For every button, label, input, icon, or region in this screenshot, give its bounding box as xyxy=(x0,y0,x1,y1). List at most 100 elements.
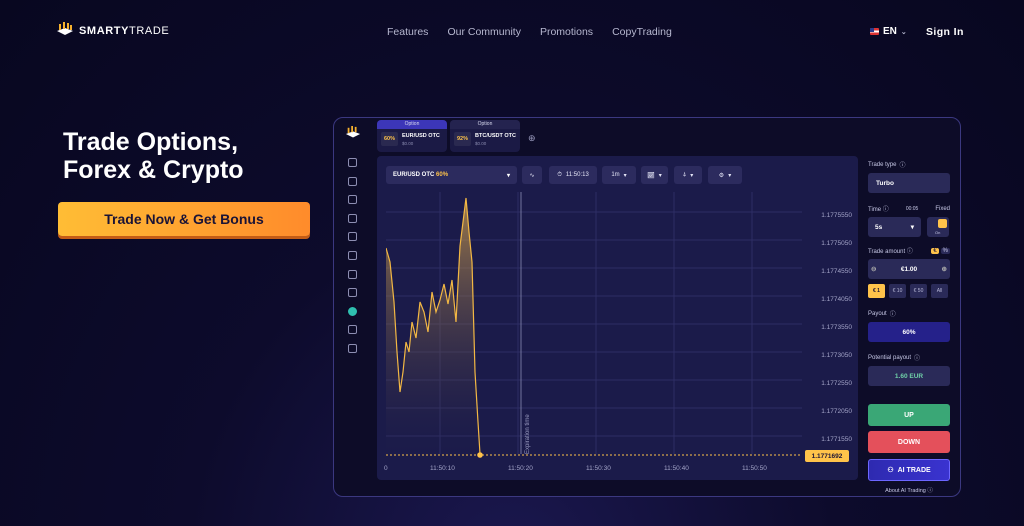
preset-10[interactable]: € 10 xyxy=(889,284,906,298)
indicators-button[interactable]: ∿ xyxy=(522,166,542,184)
timer-icon: ⏱ xyxy=(557,171,562,178)
fixed-toggle[interactable]: On xyxy=(927,217,949,237)
plus-icon[interactable]: ⊕ xyxy=(942,265,947,273)
expiration-time-label: Expiration time xyxy=(525,414,531,454)
main-nav: Features Our Community Promotions CopyTr… xyxy=(387,26,672,38)
settings-icon[interactable] xyxy=(348,288,357,298)
chart-settings-selector[interactable]: ⚙ ▾ xyxy=(708,166,742,184)
minus-icon[interactable]: ⊖ xyxy=(871,265,876,273)
preset-all[interactable]: All xyxy=(931,284,948,298)
trade-type-select[interactable]: Turbo xyxy=(868,173,950,193)
brand-logo[interactable]: SMARTYTRADE xyxy=(55,22,169,40)
asset-tab-eurusd[interactable]: Option 60% EUR/USD OTC $0.00 xyxy=(377,120,447,152)
nav-community[interactable]: Our Community xyxy=(447,26,521,38)
trade-amount-stepper[interactable]: ⊖ €1.00 ⊕ xyxy=(868,259,950,279)
info-icon[interactable]: ⓘ xyxy=(907,249,913,255)
dropdown-arrow-icon: ▾ xyxy=(506,172,510,179)
tab-payout: 92% xyxy=(454,132,472,146)
chart-icon[interactable] xyxy=(348,158,357,167)
sign-in-link[interactable]: Sign In xyxy=(926,26,964,38)
ai-icon: ⚇ xyxy=(887,467,894,474)
trade-type-label: Trade type ⓘ xyxy=(868,160,906,170)
uk-flag-icon xyxy=(870,28,879,35)
users-icon[interactable] xyxy=(348,325,357,335)
analytics-icon[interactable] xyxy=(348,213,357,223)
payout-label: Payout ⓘ xyxy=(868,309,896,319)
fixed-label: Fixed xyxy=(935,205,950,212)
info-icon[interactable]: ⓘ xyxy=(890,309,896,318)
tab-asset-name: BTC/USDT OTC xyxy=(475,132,516,139)
logo-icon xyxy=(57,22,73,35)
nav-features[interactable]: Features xyxy=(387,26,428,38)
language-selector[interactable]: EN ⌄ xyxy=(870,26,907,37)
price-tick: 1.1775050 xyxy=(821,240,852,247)
bars-icon[interactable] xyxy=(348,269,357,279)
platform-sidebar xyxy=(348,158,357,353)
up-button[interactable]: UP xyxy=(868,404,950,426)
coins-icon[interactable] xyxy=(348,343,357,353)
down-button[interactable]: DOWN xyxy=(868,431,950,453)
indicator-icon: ∿ xyxy=(529,172,535,179)
price-tick: 1.1774050 xyxy=(821,296,852,303)
trade-amount-label: Trade amount ⓘ € % xyxy=(868,247,950,255)
amount-presets: € 1 € 10 € 50 All xyxy=(868,284,950,298)
tab-balance: $0.00 xyxy=(402,140,414,146)
time-select[interactable]: 5s ▾ xyxy=(868,217,921,237)
community-icon[interactable] xyxy=(348,306,357,316)
asset-tab-btcusdt[interactable]: Option 92% BTC/USDT OTC $0.00 xyxy=(450,120,520,152)
price-tick: 1.1775550 xyxy=(821,212,852,219)
trades-icon[interactable] xyxy=(348,195,357,205)
add-tab-icon[interactable]: ⊕ xyxy=(528,133,536,144)
info-icon[interactable]: ⓘ xyxy=(914,353,920,362)
server-clock: ⏱ 11:50:13 xyxy=(549,166,597,184)
dropdown-arrow-icon: ▾ xyxy=(623,172,627,179)
preset-1[interactable]: € 1 xyxy=(868,284,885,298)
deposit-icon[interactable] xyxy=(348,176,357,186)
price-chart xyxy=(386,192,802,458)
time-tick: 11:50:30 xyxy=(586,465,611,472)
hero-title: Trade Options, Forex & Crypto xyxy=(63,128,244,184)
nav-copytrading[interactable]: CopyTrading xyxy=(612,26,672,38)
about-ai-link[interactable]: About AI Trading ⓘ xyxy=(868,486,950,494)
price-tick: 1.1772550 xyxy=(821,380,852,387)
timeframe-selector[interactable]: 1m ▾ xyxy=(602,166,636,184)
time-tick: 11:50:10 xyxy=(430,465,455,472)
time-label-row: Time ⓘ 00:05 Fixed xyxy=(868,205,950,214)
clock-icon[interactable] xyxy=(348,250,357,260)
trading-platform-preview: Option 60% EUR/USD OTC $0.00 Option 92% … xyxy=(333,117,961,497)
trade-now-button[interactable]: Trade Now & Get Bonus xyxy=(58,202,310,236)
tab-payout: 60% xyxy=(381,132,399,146)
trade-panel: Trade type ⓘ Turbo Time ⓘ 00:05 Fixed 5s ▾… xyxy=(868,160,950,494)
payout-value: 60% xyxy=(868,322,950,342)
currency-toggle[interactable]: € xyxy=(931,247,939,254)
brand-name: SMARTYTRADE xyxy=(79,25,170,37)
asset-selector[interactable]: EUR/USD OTC 60% ▾ xyxy=(386,166,517,184)
percent-toggle[interactable]: % xyxy=(940,247,950,254)
gear-icon: ⚙ xyxy=(718,172,725,179)
current-price-tag: 1.1771692 xyxy=(805,450,849,462)
history-icon[interactable] xyxy=(348,232,357,242)
time-countdown: 00:05 xyxy=(905,205,919,212)
price-tick: 1.1774550 xyxy=(821,268,852,275)
chart-area[interactable]: EUR/USD OTC 60% ▾ ∿ ⏱ 11:50:13 1m ▾ 📈︎ ▾ ⍋ ▾… xyxy=(377,156,858,480)
info-icon: ⓘ xyxy=(927,488,933,494)
dropdown-arrow-icon: ▾ xyxy=(910,224,914,231)
drawing-icon: ⍋ xyxy=(682,171,687,178)
line-chart-icon: 📈︎ xyxy=(647,172,655,179)
time-tick: 11:50:20 xyxy=(508,465,533,472)
price-tick: 1.1773050 xyxy=(821,352,852,359)
price-tick: 1.1773550 xyxy=(821,324,852,331)
drawing-tools-selector[interactable]: ⍋ ▾ xyxy=(674,166,702,184)
platform-logo-icon xyxy=(345,126,361,138)
ai-trade-button[interactable]: ⚇ AI TRADE xyxy=(868,459,950,481)
chevron-down-icon: ⌄ xyxy=(900,28,907,36)
potential-payout-value: 1.60 EUR xyxy=(868,366,950,386)
info-icon[interactable]: ⓘ xyxy=(883,207,889,213)
nav-promotions[interactable]: Promotions xyxy=(540,26,593,38)
preset-50[interactable]: € 50 xyxy=(910,284,927,298)
time-tick: 0 xyxy=(384,465,388,472)
chart-type-selector[interactable]: 📈︎ ▾ xyxy=(641,166,668,184)
potential-payout-label: Potential payout ⓘ xyxy=(868,353,921,363)
info-icon[interactable]: ⓘ xyxy=(899,160,905,169)
language-code: EN xyxy=(883,26,897,37)
